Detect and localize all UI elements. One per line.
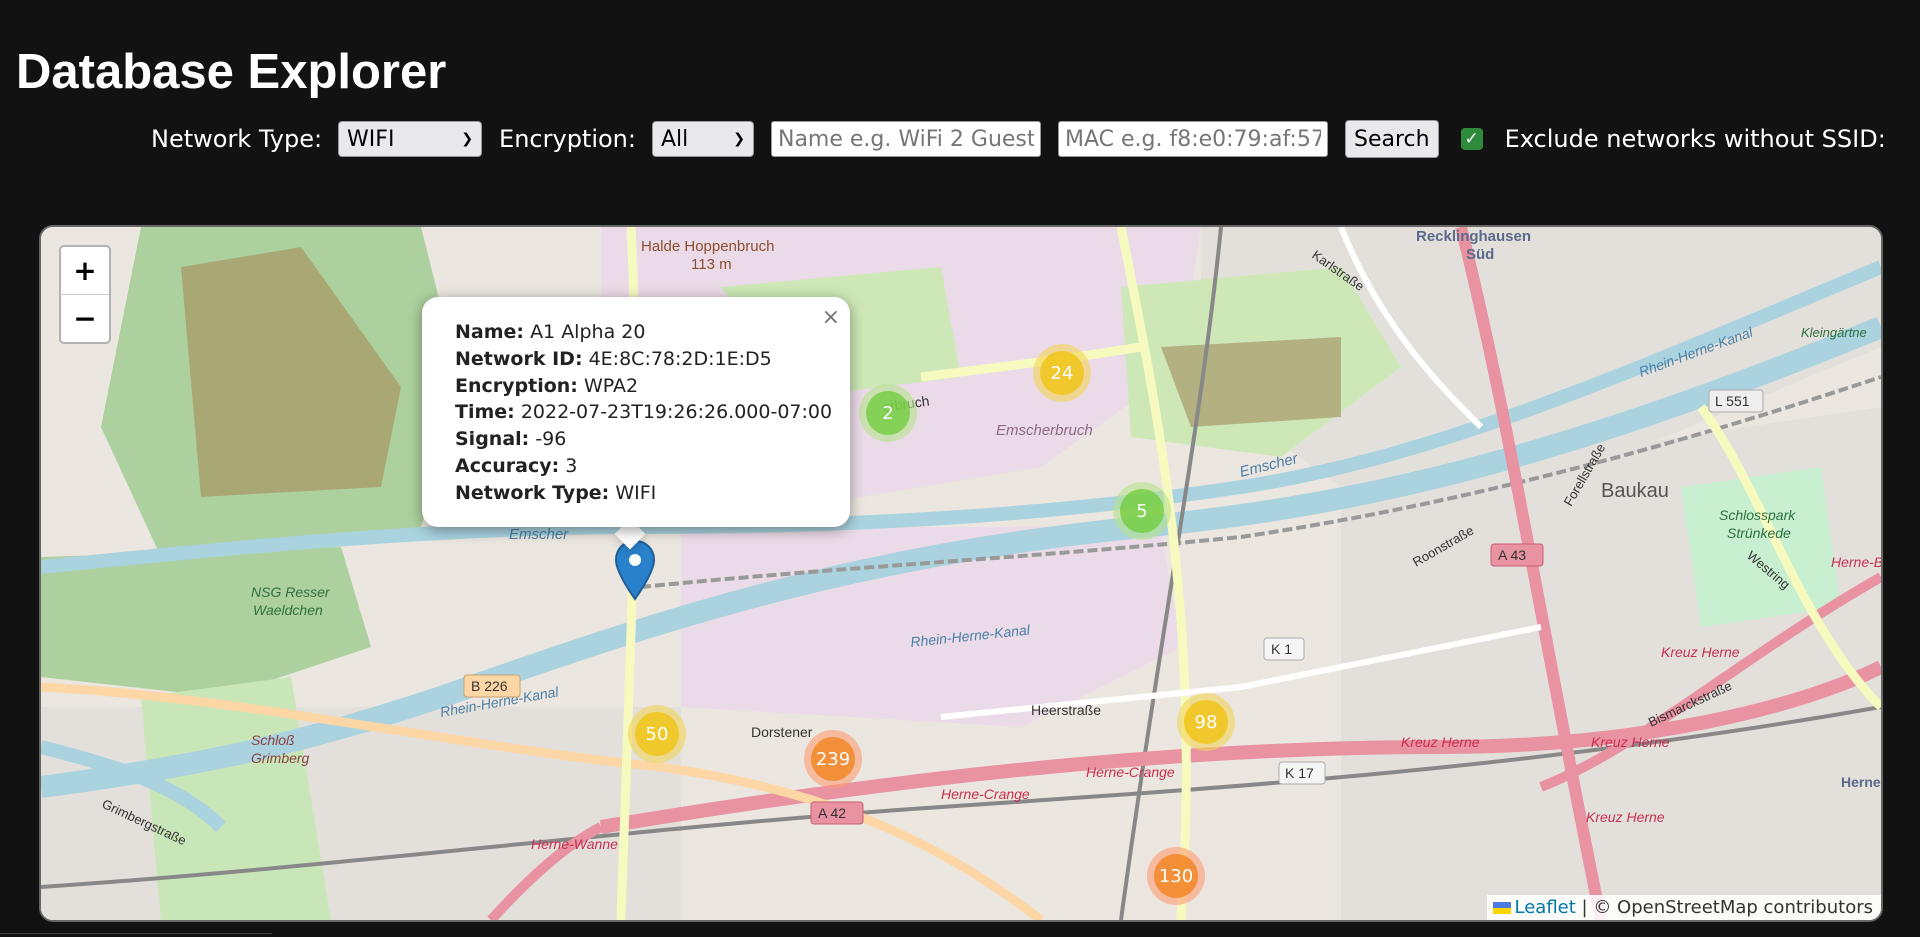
chevron-down-icon: ❯ — [461, 131, 474, 147]
map[interactable]: Halde Hoppenbruch 113 m Recklinghausen S… — [39, 225, 1883, 922]
label-kreuz-herne: Kreuz Herne — [1661, 644, 1740, 660]
popup-value: 4E:8C:78:2D:1E:D5 — [588, 347, 772, 370]
popup-key: Accuracy: — [455, 454, 560, 477]
scrollbar-hint — [0, 933, 272, 934]
cluster-marker[interactable]: 239 — [804, 730, 862, 788]
popup-key: Network Type: — [455, 481, 610, 504]
exclude-ssid-label: Exclude networks without SSID: — [1504, 125, 1886, 153]
name-input[interactable] — [770, 121, 1041, 157]
label-k17: K 17 — [1285, 765, 1314, 781]
cluster-marker[interactable]: 130 — [1147, 847, 1205, 905]
label-dorstener: Dorstener — [751, 724, 813, 740]
label-herne-baukau: Herne-Bau — [1831, 554, 1881, 570]
location-pin-icon[interactable] — [614, 539, 656, 601]
label-halde: Halde Hoppenbruch — [641, 238, 774, 255]
label-b226: B 226 — [471, 678, 508, 694]
zoom-out-button[interactable]: − — [61, 295, 109, 342]
cluster-count: 98 — [1184, 700, 1228, 744]
label-l551: L 551 — [1715, 393, 1750, 409]
zoom-in-button[interactable]: + — [61, 247, 109, 295]
label-herne-crange: Herne-Crange — [1086, 764, 1175, 780]
ukraine-flag-icon — [1492, 902, 1511, 914]
label-a43: A 43 — [1498, 547, 1526, 563]
label-a42: A 42 — [818, 805, 846, 821]
label-herne-wanne: Herne-Wanne — [531, 836, 618, 852]
cluster-count: 130 — [1154, 854, 1198, 898]
cluster-marker[interactable]: 98 — [1177, 693, 1235, 751]
filter-bar: Network Type: WIFI ❯ Encryption: All ❯ S… — [151, 120, 1886, 158]
encryption-select[interactable]: All ❯ — [651, 121, 754, 157]
label-recklinghausen: Recklinghausen — [1416, 228, 1531, 245]
cluster-count: 239 — [811, 737, 855, 781]
popup-row-signal: Signal: -96 — [455, 426, 850, 453]
label-sued: Süd — [1466, 246, 1494, 263]
popup-row-accuracy: Accuracy: 3 — [455, 453, 850, 480]
label-schloss: Schloß — [251, 732, 295, 748]
label-kreuz-herne: Kreuz Herne — [1401, 734, 1480, 750]
popup-row-network-id: Network ID: 4E:8C:78:2D:1E:D5 — [455, 346, 850, 373]
label-k1: K 1 — [1271, 641, 1292, 657]
popup-value: WPA2 — [583, 374, 639, 397]
map-attribution: Leaflet | © OpenStreetMap contributors — [1486, 895, 1881, 920]
label-grimberg: Grimberg — [251, 750, 310, 766]
check-icon: ✓ — [1464, 129, 1479, 149]
label-kreuz-herne: Kreuz Herne — [1591, 734, 1670, 750]
popup-value: WIFI — [615, 481, 657, 504]
network-type-select[interactable]: WIFI ❯ — [338, 121, 483, 157]
encryption-value: All — [660, 126, 689, 152]
label-herne-crange: Herne-Crange — [941, 786, 1030, 802]
cluster-marker[interactable]: 2 — [859, 384, 917, 442]
popup-value: -96 — [535, 428, 567, 451]
close-icon[interactable]: × — [822, 305, 840, 332]
label-emscherbruch: Emscherbruch — [996, 422, 1093, 439]
popup-row-network-type: Network Type: WIFI — [455, 480, 850, 507]
label-baukau: Baukau — [1601, 480, 1669, 502]
park-area — [1681, 467, 1841, 627]
popup-key: Signal: — [455, 428, 530, 451]
search-button[interactable]: Search — [1344, 120, 1439, 158]
popup-key: Network ID: — [455, 347, 583, 370]
popup-row-time: Time: 2022-07-23T19:26:26.000-07:00 — [455, 399, 850, 426]
cluster-count: 5 — [1120, 489, 1164, 533]
exclude-ssid-checkbox[interactable]: ✓ — [1460, 128, 1483, 150]
popup-key: Time: — [455, 401, 515, 424]
popup-value: 3 — [565, 454, 578, 477]
page-title: Database Explorer — [16, 45, 447, 99]
heap-area — [1161, 337, 1341, 427]
label-halde-height: 113 m — [691, 256, 732, 273]
popup-value: A1 Alpha 20 — [530, 321, 646, 343]
label-herne-bu: Herne-Bu — [1841, 774, 1881, 790]
label-struenkede: Strünkede — [1727, 525, 1791, 541]
popup-row-encryption: Encryption: WPA2 — [455, 373, 850, 400]
popup-key: Encryption: — [455, 374, 578, 397]
cluster-marker[interactable]: 24 — [1033, 344, 1091, 402]
cluster-marker[interactable]: 5 — [1113, 482, 1171, 540]
label-kleingaertner: Kleingärtne — [1801, 325, 1867, 340]
mac-input[interactable] — [1057, 121, 1328, 157]
osm-attribution: | © OpenStreetMap contributors — [1581, 897, 1873, 918]
network-type-label: Network Type: — [151, 125, 323, 153]
popup-row-name: Name: A1 Alpha 20 — [455, 319, 850, 346]
zoom-control: + − — [59, 245, 111, 344]
label-schlosspark: Schlosspark — [1719, 507, 1796, 523]
map-tiles: Halde Hoppenbruch 113 m Recklinghausen S… — [41, 227, 1881, 920]
leaflet-link[interactable]: Leaflet — [1515, 897, 1576, 918]
popup-value: 2022-07-23T19:26:26.000-07:00 — [520, 401, 833, 424]
cluster-marker[interactable]: 50 — [628, 705, 686, 763]
cluster-count: 2 — [866, 391, 910, 435]
label-kreuz-herne: Kreuz Herne — [1586, 809, 1665, 825]
encryption-label: Encryption: — [499, 125, 636, 153]
label-heerstrasse: Heerstraße — [1031, 702, 1101, 718]
cluster-count: 50 — [635, 712, 679, 756]
popup-key: Name: — [455, 321, 525, 343]
chevron-down-icon: ❯ — [733, 131, 745, 147]
label-emscher: Emscher — [509, 526, 569, 543]
cluster-count: 24 — [1040, 351, 1084, 395]
label-nsg: NSG Resser — [251, 584, 331, 600]
label-waeldchen: Waeldchen — [253, 602, 323, 618]
network-type-value: WIFI — [347, 126, 395, 152]
network-popup: × Name: A1 Alpha 20 Network ID: 4E:8C:78… — [422, 297, 850, 527]
